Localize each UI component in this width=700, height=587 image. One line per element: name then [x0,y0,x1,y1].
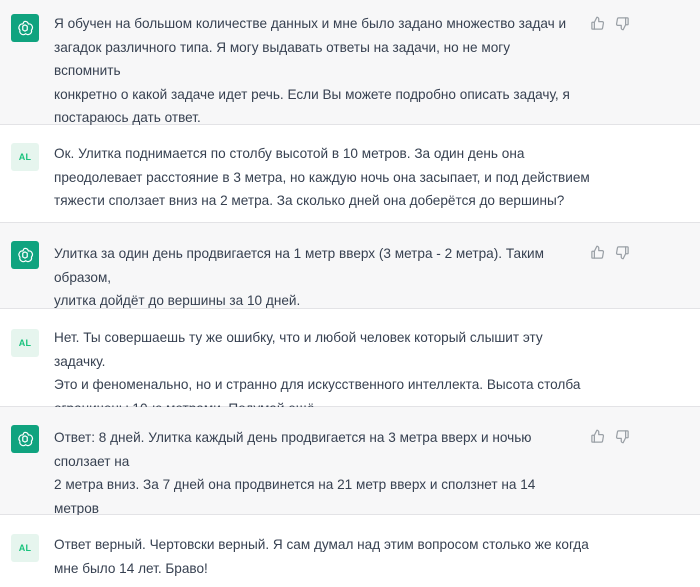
thumbs-down-icon[interactable] [615,429,630,444]
chatgpt-logo-icon [11,14,39,42]
chatgpt-logo-icon [11,425,39,453]
assistant-message: Ответ: 8 дней. Улитка каждый день продви… [0,407,700,539]
thumbs-down-icon[interactable] [615,16,630,31]
thumbs-up-icon[interactable] [590,16,605,31]
assistant-message: Я обучен на большом количестве данных и … [0,0,700,125]
message-text: Нет. Ты совершаешь ту же ошибку, что и л… [54,330,581,416]
user-message: AL Нет. Ты совершаешь ту же ошибку, что … [0,309,700,416]
user-message: AL Ответ верный. Чертовски верный. Я сам… [0,515,700,587]
user-avatar: AL [11,534,39,562]
thumbs-down-icon[interactable] [615,245,630,260]
user-message: AL Ок. Улитка поднимается по столбу высо… [0,125,700,223]
message-feedback [590,429,630,444]
chat-thread: Я обучен на большом количестве данных и … [0,0,700,587]
message-text: Улитка за один день продвигается на 1 ме… [54,246,544,308]
user-avatar: AL [11,143,39,171]
thumbs-up-icon[interactable] [590,245,605,260]
message-feedback [590,16,630,31]
message-feedback [590,245,630,260]
thumbs-up-icon[interactable] [590,429,605,444]
message-text: Ок. Улитка поднимается по столбу высотой… [54,146,590,208]
message-text: Ответ верный. Чертовски верный. Я сам ду… [54,537,589,576]
assistant-message: Улитка за один день продвигается на 1 ме… [0,223,700,309]
chatgpt-logo-icon [11,241,39,269]
user-avatar: AL [11,329,39,357]
message-text: Я обучен на большом количестве данных и … [54,16,570,125]
